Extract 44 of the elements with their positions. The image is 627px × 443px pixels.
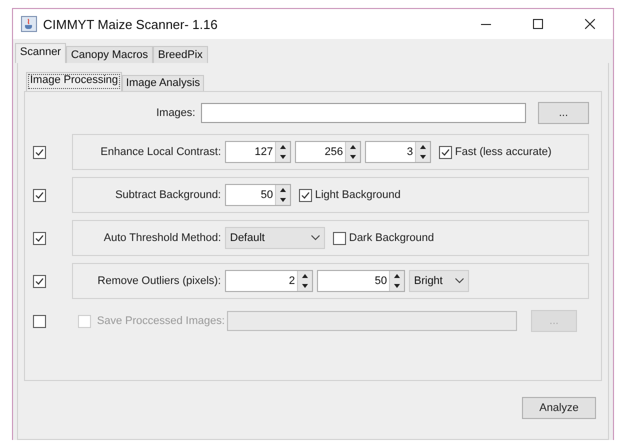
analyze-button[interactable]: Analyze [522,397,596,419]
number-spinner[interactable]: 256 [295,141,361,163]
number-spinner[interactable]: 3 [365,141,431,163]
tab[interactable]: Image Processing [26,72,122,91]
number-spinner[interactable]: 127 [225,141,291,163]
checkbox[interactable] [33,188,46,202]
tab[interactable]: Canopy Macros [66,46,154,63]
checkbox[interactable] [333,232,346,244]
checkbox-label[interactable]: Dark Background [349,232,434,244]
tab[interactable]: BreedPix [153,46,208,63]
checkbox[interactable] [33,232,46,244]
close-icon [585,19,595,29]
step-label: Auto Threshold Method: [102,232,221,244]
dropdown[interactable]: Default [225,227,325,249]
spin-arrows-icon[interactable] [297,271,312,291]
number-spinner[interactable]: 50 [317,270,405,292]
checkbox[interactable] [33,146,46,158]
browse-button[interactable]: ... [538,102,589,124]
output-path-field[interactable] [227,311,517,331]
java-cup-icon [21,16,37,32]
window-title: CIMMYT Maize Scanner- 1.16 [43,16,219,32]
number-spinner[interactable]: 50 [225,184,291,206]
images-label: Images: [155,107,196,119]
spin-arrows-icon[interactable] [345,142,360,162]
spin-arrows-icon[interactable] [415,142,430,162]
step-label: Remove Outliers (pixels): [96,275,221,287]
images-path-field[interactable] [201,103,526,123]
tab[interactable]: Scanner [15,43,66,63]
chevron-down-icon [455,278,464,284]
tab[interactable]: Image Analysis [122,75,204,91]
chevron-down-icon [311,235,320,241]
spin-arrows-icon[interactable] [389,271,404,291]
step-label: Enhance Local Contrast: [100,146,221,158]
spin-arrows-icon[interactable] [275,185,290,205]
dropdown[interactable]: Bright [409,270,469,292]
checkbox[interactable] [439,146,452,158]
checkbox-label[interactable]: Light Background [315,189,401,201]
checkbox-label[interactable]: Fast (less accurate) [455,146,552,158]
number-spinner[interactable]: 2 [225,270,313,292]
checkbox[interactable] [33,274,46,288]
step-label: Subtract Background: [114,189,221,201]
checkbox[interactable] [299,188,312,202]
maximize-icon [533,19,543,29]
spin-arrows-icon[interactable] [275,142,290,162]
